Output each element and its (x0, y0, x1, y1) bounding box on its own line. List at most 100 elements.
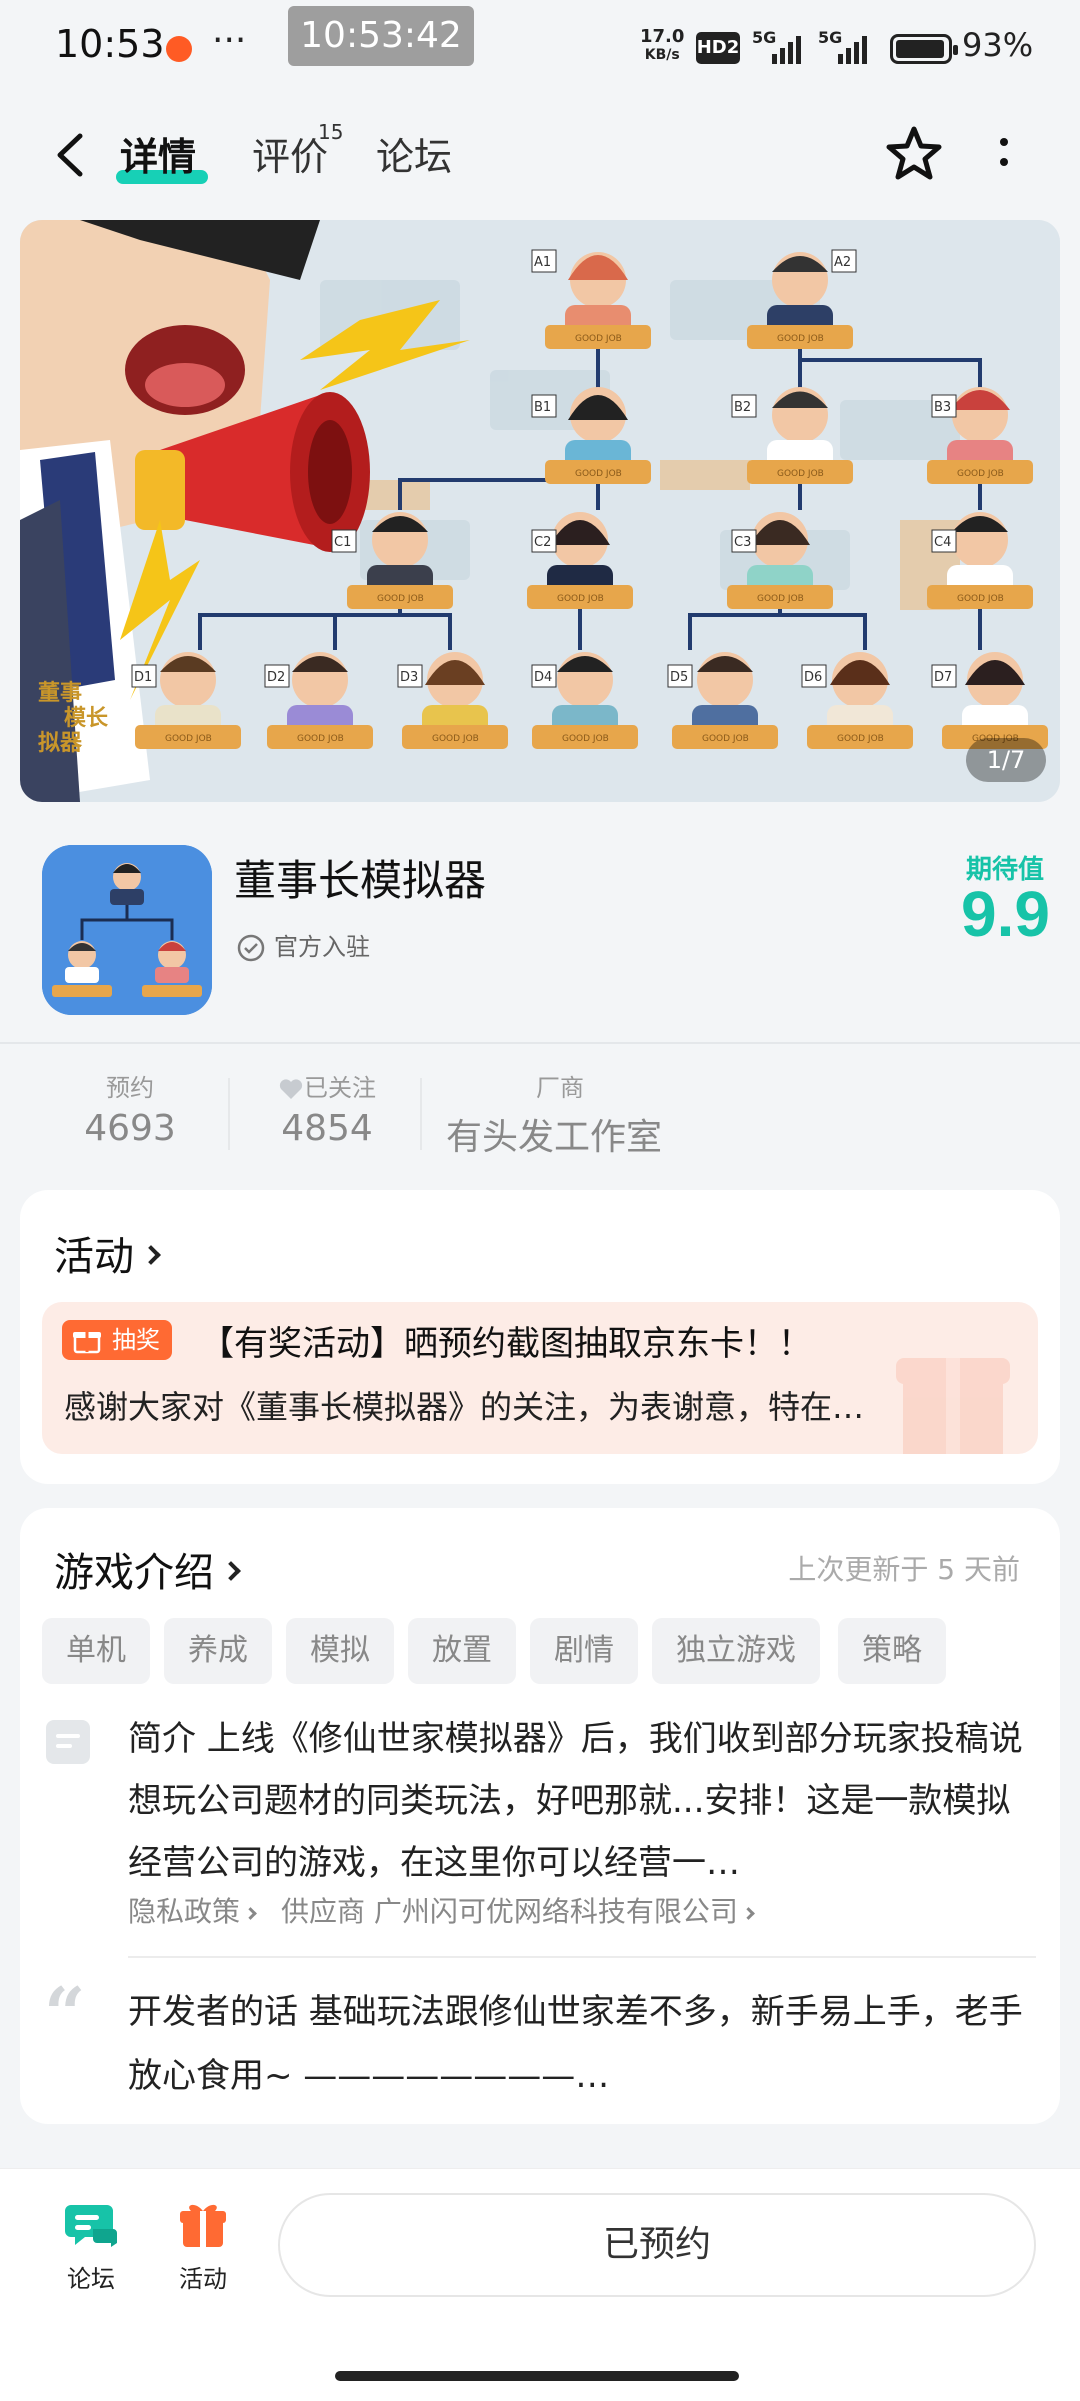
tag-story[interactable]: 剧情 (530, 1618, 638, 1684)
app-icon (42, 845, 212, 1015)
activity-description: 感谢大家对《董事长模拟器》的关注，为表谢意，特在… (64, 1388, 865, 1426)
back-icon[interactable] (50, 130, 90, 180)
gift-icon (180, 2204, 226, 2247)
badge-d2: D2 (267, 670, 285, 685)
badge-b3: B3 (934, 400, 951, 415)
nameplate-c3: GOOD JOB (757, 594, 804, 604)
official-badge: 官方入驻 (236, 927, 370, 963)
tag-nurture[interactable]: 养成 (164, 1618, 272, 1684)
badge-c3: C3 (734, 535, 751, 550)
forum-button[interactable]: 论坛 (46, 2199, 136, 2294)
nameplate-b3: GOOD JOB (957, 469, 1004, 479)
quote-icon: “ (44, 1971, 86, 2056)
privacy-policy-link[interactable]: 隐私政策 (128, 1895, 240, 1928)
star-icon[interactable] (884, 124, 944, 184)
heart-icon (279, 1079, 303, 1099)
notification-app-icon (166, 36, 192, 62)
status-time: 10:53 (55, 22, 165, 66)
reserved-button[interactable]: 已预约 (278, 2193, 1036, 2297)
svg-text:董事: 董事 (38, 680, 82, 706)
activity-card: 活动 抽奖 【有奖活动】晒预约截图抽取京东卡！！ 感谢大家对《董事长模拟器》的关… (20, 1190, 1060, 1484)
nameplate-d1: GOOD JOB (165, 734, 212, 744)
app-info: 董事长模拟器 官方入驻 期待值 9.9 (0, 835, 1080, 1035)
stat-developer-label: 厂商 (536, 1074, 584, 1102)
badge-b2: B2 (734, 400, 751, 415)
badge-c1: C1 (334, 535, 351, 550)
chevron-right-icon (221, 1561, 241, 1581)
tab-details[interactable]: 详情 (120, 126, 196, 181)
stat-developer-value[interactable]: 有头发工作室 (446, 1108, 676, 1160)
chevron-right-icon (244, 1907, 257, 1920)
net-speed-unit: KB/s (644, 47, 680, 63)
badge-d3: D3 (400, 670, 418, 685)
hd-badge: HD2 (696, 32, 740, 64)
stat-followed-text: 已关注 (304, 1074, 376, 1102)
badge-b1: B1 (534, 400, 551, 415)
tag-idle[interactable]: 放置 (408, 1618, 516, 1684)
nameplate-b2: GOOD JOB (777, 469, 824, 479)
stat-separator (228, 1078, 230, 1150)
svg-text:拟器: 拟器 (38, 731, 83, 756)
supplier-link[interactable]: 供应商 广州闪可优网络科技有限公司 (281, 1895, 738, 1928)
intro-header[interactable]: 游戏介绍 (54, 1540, 241, 1598)
stat-reservations-label: 预约 (106, 1074, 154, 1102)
battery-percent: 93% (962, 26, 1034, 64)
tag-strategy[interactable]: 策略 (838, 1618, 946, 1684)
official-label: 官方入驻 (274, 933, 370, 961)
screenshot-banner[interactable]: A1 A2 B1 B2 B3 C1 C2 C3 C4 D1 D2 D3 D4 D… (20, 220, 1060, 802)
home-indicator[interactable] (335, 2371, 739, 2381)
battery-icon (890, 34, 958, 64)
badge-d1: D1 (134, 670, 152, 685)
nameplate-d6: GOOD JOB (837, 734, 884, 744)
activity-header[interactable]: 活动 (54, 1224, 161, 1282)
nameplate-d2: GOOD JOB (297, 734, 344, 744)
nameplate-c2: GOOD JOB (557, 594, 604, 604)
intro-card: 游戏介绍 上次更新于 5 天前 单机 养成 模拟 放置 剧情 独立游戏 策略 简… (20, 1508, 1060, 2124)
tab-forum[interactable]: 论坛 (376, 126, 452, 181)
expectation-value: 9.9 (961, 878, 1050, 950)
check-circle-icon (237, 934, 265, 962)
activity-button[interactable]: 活动 (158, 2199, 248, 2294)
tag-single-player[interactable]: 单机 (42, 1618, 150, 1684)
more-vertical-icon[interactable] (994, 130, 1014, 180)
activity-label: 活动 (179, 2265, 227, 2293)
activity-item[interactable]: 抽奖 【有奖活动】晒预约截图抽取京东卡！！ 感谢大家对《董事长模拟器》的关注，为… (42, 1302, 1038, 1454)
tag-indie[interactable]: 独立游戏 (652, 1618, 820, 1684)
floating-clock: 10:53:42 (288, 6, 474, 66)
forum-icon (65, 2205, 117, 2247)
svg-text:模长: 模长 (64, 706, 109, 731)
nameplate-b1: GOOD JOB (575, 469, 622, 479)
developer-words[interactable]: 开发者的话 基础玩法跟修仙世家差不多，新手易上手，老手放心食用~ ———————… (128, 1980, 1028, 2108)
nameplate-d3: GOOD JOB (432, 734, 479, 744)
divider (128, 1956, 1036, 1958)
activity-headline: 【有奖活动】晒预约截图抽取京东卡！！ (200, 1324, 812, 1364)
net-speed-value: 17.0 (640, 26, 685, 47)
intro-title: 游戏介绍 (54, 1550, 214, 1596)
badge-a2: A2 (834, 255, 851, 270)
tag-simulation[interactable]: 模拟 (286, 1618, 394, 1684)
game-summary[interactable]: 简介 上线《修仙世家模拟器》后，我们收到部分玩家投稿说想玩公司题材的同类玩法，好… (128, 1708, 1028, 1894)
nameplate-d5: GOOD JOB (702, 734, 749, 744)
summary-icon (46, 1720, 90, 1764)
bottom-action-bar: 论坛 活动 已预约 (0, 2168, 1080, 2401)
stat-followed-value: 4854 (281, 1108, 373, 1149)
stat-followed-label: 已关注 (262, 1068, 392, 1103)
badge-d6: D6 (804, 670, 822, 685)
tab-reviews[interactable]: 评价 (252, 126, 328, 181)
status-more: ··· (212, 20, 247, 61)
badge-c4: C4 (934, 535, 951, 550)
nameplate-a1: GOOD JOB (575, 334, 622, 344)
page-indicator: 1/7 (966, 738, 1046, 782)
last-updated: 上次更新于 5 天前 (788, 1553, 1020, 1586)
nameplate-c1: GOOD JOB (377, 594, 424, 604)
activity-title: 活动 (54, 1234, 134, 1280)
gift-icon (73, 1332, 101, 1354)
top-nav: 详情 评价 15 论坛 (0, 100, 1080, 210)
banner-illustration: A1 A2 B1 B2 B3 C1 C2 C3 C4 D1 D2 D3 D4 D… (20, 220, 1060, 802)
badge-d5: D5 (670, 670, 688, 685)
nameplate-c4: GOOD JOB (957, 594, 1004, 604)
lottery-badge: 抽奖 (62, 1320, 172, 1360)
badge-d7: D7 (934, 670, 952, 685)
stat-reservations-value: 4693 (84, 1108, 176, 1149)
intro-links: 隐私政策 供应商 广州闪可优网络科技有限公司 (128, 1890, 779, 1930)
